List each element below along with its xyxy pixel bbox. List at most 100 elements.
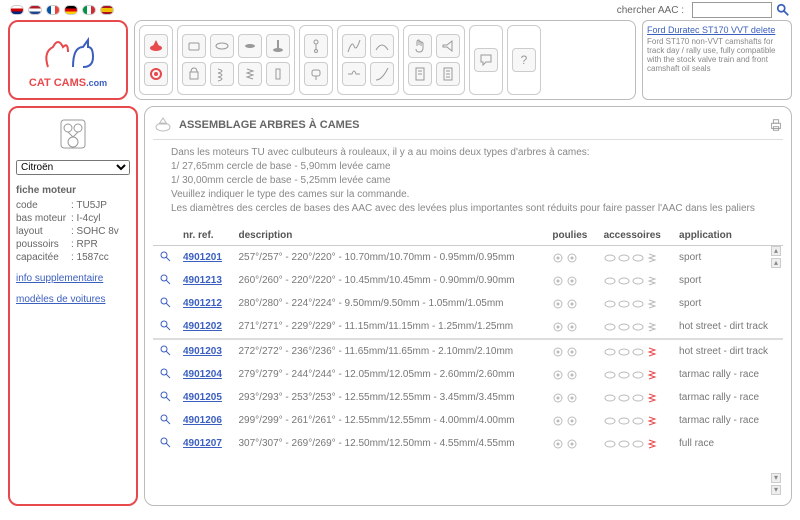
ref-link[interactable]: 4901207 <box>183 438 222 449</box>
promo-box[interactable]: Ford Duratec ST170 VVT delete Ford ST170… <box>642 20 792 100</box>
scroll-up2-icon[interactable]: ▴ <box>771 258 781 268</box>
spec-row: poussoirs: RPR <box>16 239 130 250</box>
tool-valve-icon[interactable] <box>266 34 290 58</box>
tool-doc2-icon[interactable] <box>436 62 460 86</box>
cell-description: 299°/299° - 261°/261° - 12.55mm/12.55mm … <box>232 409 546 432</box>
cell-application: tarmac rally - race <box>673 363 783 386</box>
flag-es[interactable] <box>100 5 114 15</box>
accessory-icons[interactable] <box>604 299 667 309</box>
cell-description: 271°/271° - 229°/229° - 11.15mm/11.15mm … <box>232 315 546 339</box>
scroll-up-icon[interactable]: ▴ <box>771 246 781 256</box>
col-acc: accessoires <box>598 226 673 246</box>
pulley-icons[interactable] <box>552 322 591 332</box>
magnify-icon[interactable] <box>159 390 171 402</box>
pulley-icons[interactable] <box>552 347 591 357</box>
ref-link[interactable]: 4901201 <box>183 252 222 263</box>
tool-hand-icon[interactable] <box>408 34 432 58</box>
spec-key: bas moteur <box>16 213 71 224</box>
accessory-icons[interactable] <box>604 393 667 403</box>
tool-doc-icon[interactable] <box>408 62 432 86</box>
tool-spring2-icon[interactable] <box>238 62 262 86</box>
tool-curve1-icon[interactable] <box>342 34 366 58</box>
accessory-icons[interactable] <box>604 322 667 332</box>
flag-de[interactable] <box>64 5 78 15</box>
tool-guide-icon[interactable] <box>266 62 290 86</box>
search-icon[interactable] <box>776 3 790 17</box>
pulley-icons[interactable] <box>552 439 591 449</box>
flag-it[interactable] <box>82 5 96 15</box>
accessory-icons[interactable] <box>604 276 667 286</box>
ref-link[interactable]: 4901212 <box>183 298 222 309</box>
cell-application: hot street - dirt track <box>673 315 783 339</box>
tool-retainer-icon[interactable] <box>210 34 234 58</box>
table-row: 4901203 272°/272° - 236°/236° - 11.65mm/1… <box>153 340 783 364</box>
ref-link[interactable]: 4901205 <box>183 392 222 403</box>
tool-piston-icon[interactable] <box>304 62 328 86</box>
tool-lock-icon[interactable] <box>182 62 206 86</box>
link-info-supplementaire[interactable]: info supplementaire <box>16 273 130 284</box>
top-bar: chercher AAC : <box>0 0 800 20</box>
table-row: 4901204279°/279° - 244°/244° - 12.05mm/1… <box>153 363 783 386</box>
magnify-icon[interactable] <box>159 296 171 308</box>
tool-shim-icon[interactable] <box>238 34 262 58</box>
cell-description: 272°/272° - 236°/236° - 11.65mm/11.65mm … <box>232 340 546 364</box>
scroll-down2-icon[interactable]: ▾ <box>771 485 781 495</box>
accessory-icons[interactable] <box>604 416 667 426</box>
table-row: 4901207307°/307° - 269°/269° - 12.50mm/1… <box>153 432 783 455</box>
flag-fr[interactable] <box>46 5 60 15</box>
pulley-icons[interactable] <box>552 253 591 263</box>
tool-megaphone-icon[interactable] <box>436 34 460 58</box>
table-scroll[interactable]: nr. ref. description poulies accessoires… <box>153 226 783 497</box>
flag-uk[interactable] <box>10 5 24 15</box>
accessory-icons[interactable] <box>604 370 667 380</box>
sidebar: Citroën fiche moteur code: TU5JPbas mote… <box>8 106 138 506</box>
spec-value: : TU5JP <box>71 200 107 211</box>
logo[interactable]: CAT CAMS.com <box>8 20 128 100</box>
magnify-icon[interactable] <box>159 413 171 425</box>
pulley-icons[interactable] <box>552 370 591 380</box>
ref-link[interactable]: 4901204 <box>183 369 222 380</box>
spec-row: code: TU5JP <box>16 200 130 211</box>
flag-nl[interactable] <box>28 5 42 15</box>
tool-gear-red-icon[interactable] <box>144 62 168 86</box>
pulley-icons[interactable] <box>552 276 591 286</box>
brand-select[interactable]: Citroën <box>16 160 130 175</box>
panel-icon <box>153 115 173 135</box>
accessory-icons[interactable] <box>604 253 667 263</box>
accessory-icons[interactable] <box>604 439 667 449</box>
ref-link[interactable]: 4901203 <box>183 346 222 357</box>
tool-spring-icon[interactable] <box>210 62 234 86</box>
ref-link[interactable]: 4901213 <box>183 275 222 286</box>
pulley-icons[interactable] <box>552 416 591 426</box>
tool-help-icon[interactable]: ? <box>512 48 536 72</box>
tool-bucket-icon[interactable] <box>182 34 206 58</box>
pulley-icons[interactable] <box>552 393 591 403</box>
logo-suffix: .com <box>86 78 107 88</box>
tool-curve4-icon[interactable] <box>370 62 394 86</box>
tool-chat-icon[interactable] <box>474 48 498 72</box>
magnify-icon[interactable] <box>159 367 171 379</box>
spec-key: layout <box>16 226 71 237</box>
tool-curve3-icon[interactable] <box>342 62 366 86</box>
tool-cam-red-icon[interactable] <box>144 34 168 58</box>
scroll-down-icon[interactable]: ▾ <box>771 473 781 483</box>
magnify-icon[interactable] <box>159 250 171 262</box>
spec-key: code <box>16 200 71 211</box>
tool-rod-icon[interactable] <box>304 34 328 58</box>
pulley-icons[interactable] <box>552 299 591 309</box>
ref-link[interactable]: 4901202 <box>183 321 222 332</box>
magnify-icon[interactable] <box>159 273 171 285</box>
link-modeles-voitures[interactable]: modèles de voitures <box>16 294 130 305</box>
magnify-icon[interactable] <box>159 344 171 356</box>
accessory-icons[interactable] <box>604 347 667 357</box>
magnify-icon[interactable] <box>159 319 171 331</box>
cell-application: hot street - dirt track <box>673 340 783 364</box>
print-icon[interactable] <box>769 118 783 132</box>
search-input[interactable] <box>692 2 772 18</box>
tool-curve2-icon[interactable] <box>370 34 394 58</box>
magnify-icon[interactable] <box>159 436 171 448</box>
intro-text: Dans les moteurs TU avec culbuteurs à ro… <box>171 146 777 216</box>
engine-diagram-icon <box>16 114 130 154</box>
ref-link[interactable]: 4901206 <box>183 415 222 426</box>
panel-title: ASSEMBLAGE ARBRES À CAMES <box>173 119 769 131</box>
